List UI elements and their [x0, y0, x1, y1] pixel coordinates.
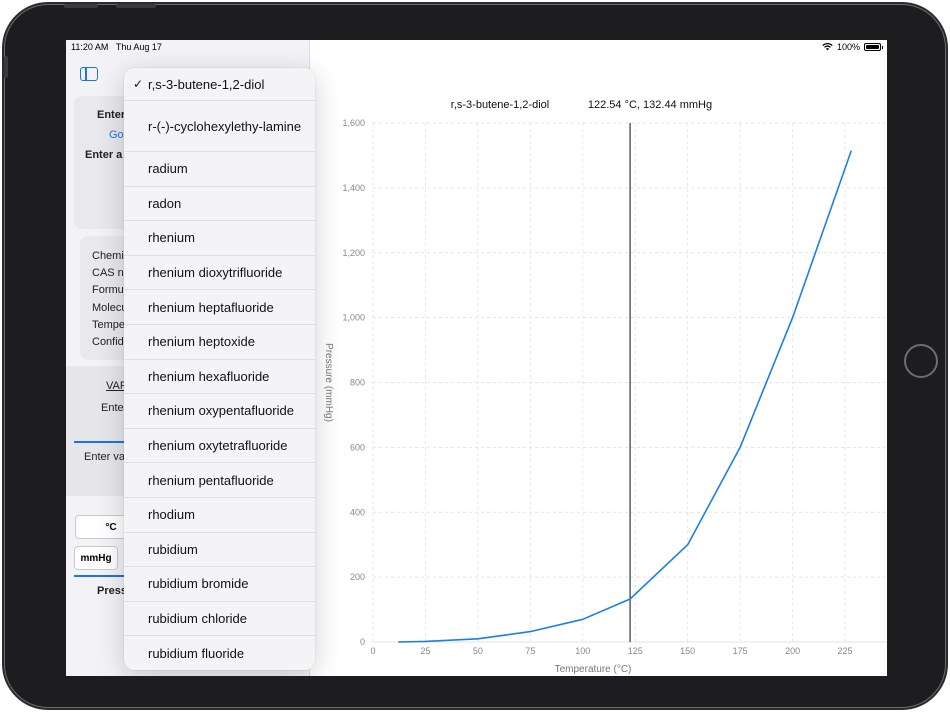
status-right: 100%: [822, 42, 883, 52]
dropdown-item-label: rhenium oxytetrafluoride: [148, 438, 288, 454]
x-tick-label: 0: [370, 646, 375, 656]
hardware-button-top-2: [116, 4, 156, 8]
y-tick-label: 800: [350, 378, 365, 388]
checkmark-icon: ✓: [133, 76, 144, 91]
wifi-icon: [822, 43, 833, 51]
dropdown-item[interactable]: rubidium chloride: [124, 602, 315, 637]
y-axis-label: Pressure (mmHg): [323, 343, 334, 422]
y-tick-label: 600: [350, 442, 365, 452]
chemical-dropdown: ✓ r,s-3-butene-1,2-diol r-(-)-cyclohexylet…: [124, 68, 315, 670]
x-tick-label: 175: [733, 646, 748, 656]
x-tick-label: 75: [525, 646, 535, 656]
dropdown-item[interactable]: ✓ r,s-3-butene-1,2-diol: [124, 68, 315, 101]
status-time: 11:20 AM Thu Aug 17: [71, 42, 162, 52]
dropdown-item[interactable]: rhenium: [124, 221, 315, 256]
sidebar-toggle-icon[interactable]: [80, 67, 98, 81]
dropdown-item[interactable]: rubidium: [124, 533, 315, 568]
status-bar: 11:20 AM Thu Aug 17 100%: [66, 40, 887, 56]
formula-label: Formu: [92, 284, 124, 296]
x-tick-labels: 0 25 50 75 100 125 150 175 200 225: [370, 646, 852, 656]
battery-percent: 100%: [836, 42, 860, 52]
pressure-label: Press: [97, 585, 127, 597]
status-date: Thu Aug 17: [115, 42, 162, 52]
dropdown-item[interactable]: rhenium oxypentafluoride: [124, 394, 315, 429]
home-button[interactable]: [904, 344, 938, 378]
dropdown-item[interactable]: r-(-)-cyclohexylethy-​lamine: [124, 101, 315, 152]
chemical-label: Chemi: [92, 250, 124, 262]
x-tick-label: 25: [420, 646, 430, 656]
dropdown-item-label: rhenium: [148, 230, 195, 246]
y-tick-label: 1,000: [342, 313, 365, 323]
dropdown-item[interactable]: rhodium: [124, 498, 315, 533]
x-tick-label: 225: [838, 646, 853, 656]
x-tick-label: 50: [473, 646, 483, 656]
dropdown-item[interactable]: rhenium dioxytrifluoride: [124, 256, 315, 291]
dropdown-item-label: r-(-)-cyclohexylethy-​lamine: [148, 118, 302, 134]
y-tick-label: 0: [360, 637, 365, 647]
dropdown-item-label: rhenium heptoxide: [148, 334, 255, 350]
chart-svg: r,s-3-butene-1,2-diol 122.54 °C, 132.44 …: [323, 99, 887, 675]
dropdown-item[interactable]: rhenium heptoxide: [124, 325, 315, 360]
dropdown-item-label: r,s-3-butene-1,2-diol: [148, 76, 265, 92]
hardware-button-top: [64, 4, 98, 8]
dropdown-item-label: rhenium hexafluoride: [148, 368, 270, 384]
pressure-curve: [398, 150, 853, 643]
dropdown-item[interactable]: rubidium fluoride: [124, 636, 315, 670]
dropdown-item[interactable]: rhenium heptafluoride: [124, 290, 315, 325]
enter-value-label: Enter va: [84, 451, 125, 463]
dropdown-item-label: rubidium bromide: [148, 576, 249, 592]
enter-heading: Enter: [97, 109, 126, 121]
y-tick-label: 1,200: [342, 248, 365, 258]
pressure-unit-button[interactable]: mmHg: [74, 546, 118, 570]
battery-icon: [864, 43, 883, 51]
x-tick-label: 125: [628, 646, 643, 656]
pressure-chart[interactable]: r,s-3-butene-1,2-diol 122.54 °C, 132.44 …: [310, 56, 887, 676]
chart-readout: 122.54 °C, 132.44 mmHg: [588, 99, 712, 111]
x-axis-label: Temperature (°C): [555, 664, 632, 675]
dropdown-item[interactable]: rhenium hexafluoride: [124, 360, 315, 395]
y-tick-labels: 0 200 400 600 800 1,000 1,200 1,400 1,600: [342, 118, 365, 647]
dropdown-item[interactable]: rubidium bromide: [124, 567, 315, 602]
x-tick-label: 150: [680, 646, 695, 656]
go-link[interactable]: Go: [109, 129, 124, 141]
molecular-label: Molecu: [92, 302, 128, 314]
dropdown-item[interactable]: radium: [124, 152, 315, 187]
dropdown-item[interactable]: rhenium pentafluoride: [124, 463, 315, 498]
dropdown-item-label: rubidium: [148, 541, 198, 557]
screen: 11:20 AM Thu Aug 17 100% Enter Go Enter …: [66, 40, 887, 676]
y-tick-label: 200: [350, 572, 365, 582]
enter-a-label: Enter a: [85, 149, 123, 161]
dropdown-item[interactable]: radon: [124, 187, 315, 222]
dropdown-item-label: rhenium dioxytrifluoride: [148, 265, 283, 281]
dropdown-item-label: radium: [148, 161, 188, 177]
y-tick-label: 1,600: [342, 118, 365, 128]
y-tick-label: 400: [350, 507, 365, 517]
chart-title: r,s-3-butene-1,2-diol: [451, 99, 549, 111]
x-tick-label: 200: [785, 646, 800, 656]
dropdown-item-label: rubidium fluoride: [148, 645, 245, 661]
dropdown-item-label: rhenium oxypentafluoride: [148, 403, 294, 419]
confidence-label: Confid: [92, 336, 124, 348]
dropdown-item-label: rubidium chloride: [148, 611, 247, 627]
hardware-button-side: [4, 56, 8, 78]
dropdown-item-label: radon: [148, 195, 182, 211]
x-tick-label: 100: [575, 646, 590, 656]
dropdown-item-label: rhenium pentafluoride: [148, 472, 274, 488]
y-tick-label: 1,400: [342, 183, 365, 193]
temperature-label: Tempe: [92, 319, 126, 331]
status-time-text: 11:20 AM: [71, 42, 109, 52]
dropdown-item-label: rhenium heptafluoride: [148, 299, 274, 315]
dropdown-item-label: rhodium: [148, 507, 195, 523]
dropdown-item[interactable]: rhenium oxytetrafluoride: [124, 429, 315, 464]
